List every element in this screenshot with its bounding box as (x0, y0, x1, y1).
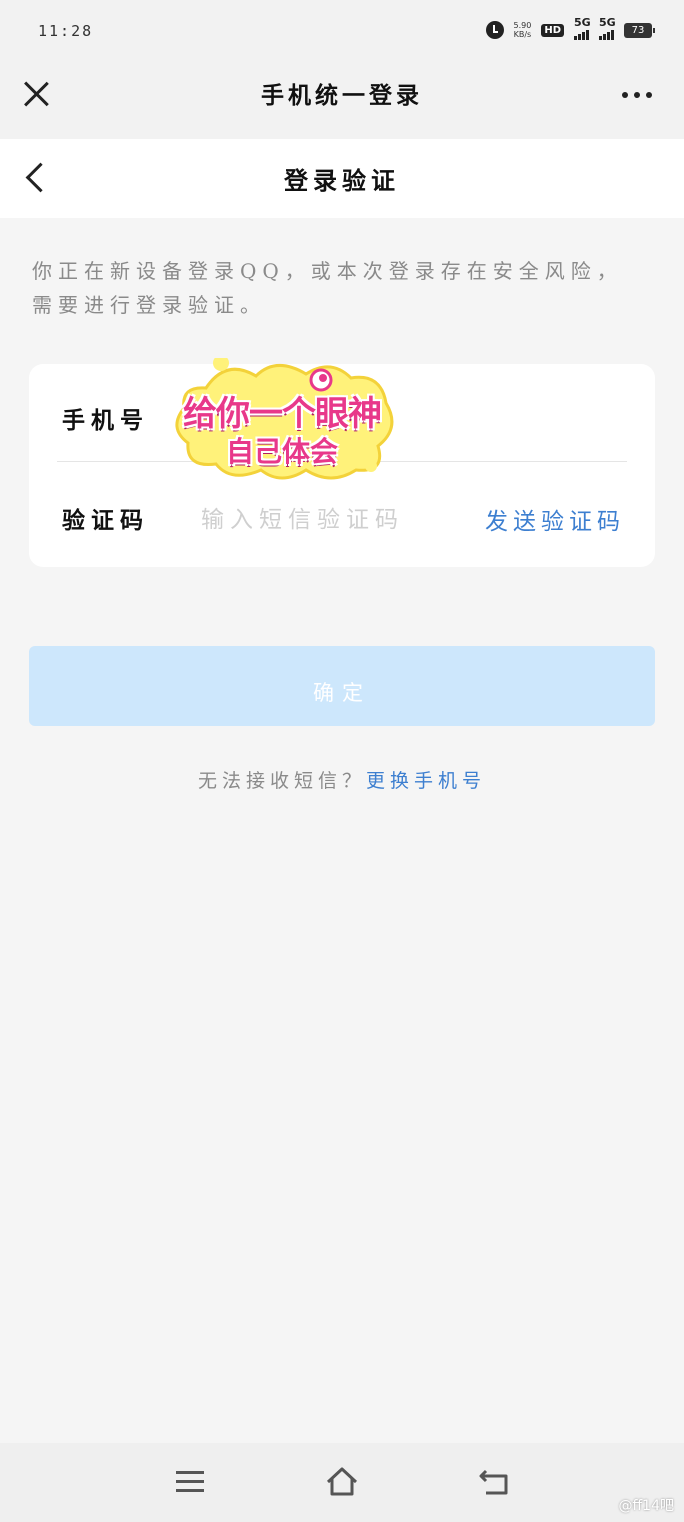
code-label: 验证码 (62, 507, 149, 534)
send-code-button[interactable]: 发送验证码 (485, 502, 625, 536)
sticker-text-line2: 自己体会 (225, 435, 338, 468)
alarm-icon (485, 21, 504, 39)
title-bar: 手机统一登录 (0, 62, 684, 139)
sms-code-input[interactable] (201, 502, 461, 538)
status-icons: 5.90 KB/s HD 5G 5G 73 (485, 16, 655, 40)
security-notice: 你正在新设备登录QQ，或本次登录存在安全风险，需要进行登录验证。 (32, 259, 623, 317)
back-icon[interactable] (478, 1467, 512, 1497)
change-phone-link[interactable]: 更换手机号 (366, 770, 486, 792)
signal-icon-2: 5G (599, 16, 616, 40)
sticker-text-line1: 给你一个眼神 (183, 394, 382, 434)
net-speed: 5.90 KB/s (513, 21, 532, 39)
page-title: 登录验证 (284, 166, 400, 195)
hd-icon: HD (541, 23, 564, 37)
system-nav-bar: @ff14吧 (0, 1443, 684, 1522)
app-title: 手机统一登录 (261, 82, 423, 109)
status-time: 11:28 (38, 22, 94, 40)
signal-icon: 5G (574, 16, 591, 40)
help-line: 无法接收短信？更换手机号 (0, 766, 684, 793)
menu-icon[interactable] (176, 1471, 204, 1493)
sticker-image: 给你一个眼神 自己体会 (166, 355, 398, 486)
status-bar: 11:28 5.90 KB/s HD 5G 5G 73 (0, 0, 684, 62)
cannot-receive-sms-text: 无法接收短信？ (197, 770, 366, 792)
phone-label: 手机号 (62, 407, 149, 434)
watermark: @ff14吧 (618, 1498, 674, 1514)
battery-icon: 73 (624, 22, 655, 38)
page-header: 登录验证 (0, 139, 684, 218)
more-icon[interactable] (622, 92, 652, 98)
home-icon[interactable] (325, 1465, 359, 1499)
confirm-button[interactable]: 确定 (29, 646, 655, 726)
